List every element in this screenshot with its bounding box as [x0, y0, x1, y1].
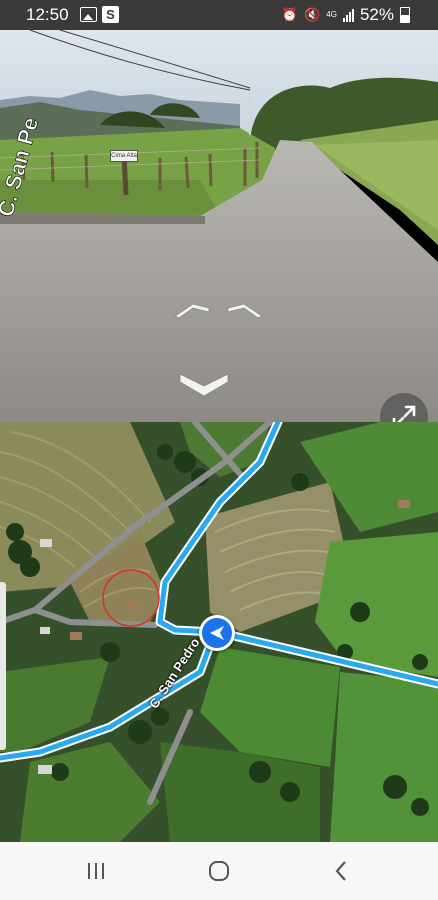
s-app-icon: S: [102, 6, 119, 23]
location-marker[interactable]: [199, 615, 235, 651]
road-sign: Cima Alta: [110, 150, 138, 162]
street-view-image: C. San Pe: [0, 30, 438, 422]
alarm-icon: ⏰: [281, 7, 299, 22]
status-bar: 12:50 S ⏰ 🔇 4G 52%: [0, 0, 438, 30]
navigation-bar: [0, 842, 438, 900]
back-button[interactable]: [322, 854, 362, 888]
satellite-map[interactable]: C. San Pedro: [0, 422, 438, 842]
forward-right-arrow[interactable]: [226, 298, 264, 320]
side-panel-handle[interactable]: [0, 582, 6, 750]
back-arrow[interactable]: [178, 366, 230, 398]
battery-percent: 52%: [359, 5, 394, 24]
gallery-icon: [80, 7, 97, 22]
street-view-panel[interactable]: C. San Pe Cima Alta: [0, 30, 438, 422]
status-right: ⏰ 🔇 4G 52%: [282, 5, 410, 25]
recent-apps-button[interactable]: [76, 854, 116, 888]
direction-arrow-icon: [210, 626, 224, 640]
status-time: 12:50: [26, 5, 69, 24]
network-type: 4G: [326, 10, 337, 19]
expand-icon: [392, 405, 416, 422]
signal-icon: [342, 8, 354, 22]
mute-icon: 🔇: [304, 7, 321, 22]
forward-left-arrow[interactable]: [173, 298, 211, 320]
battery-icon: [400, 7, 410, 23]
home-button[interactable]: [199, 854, 239, 888]
